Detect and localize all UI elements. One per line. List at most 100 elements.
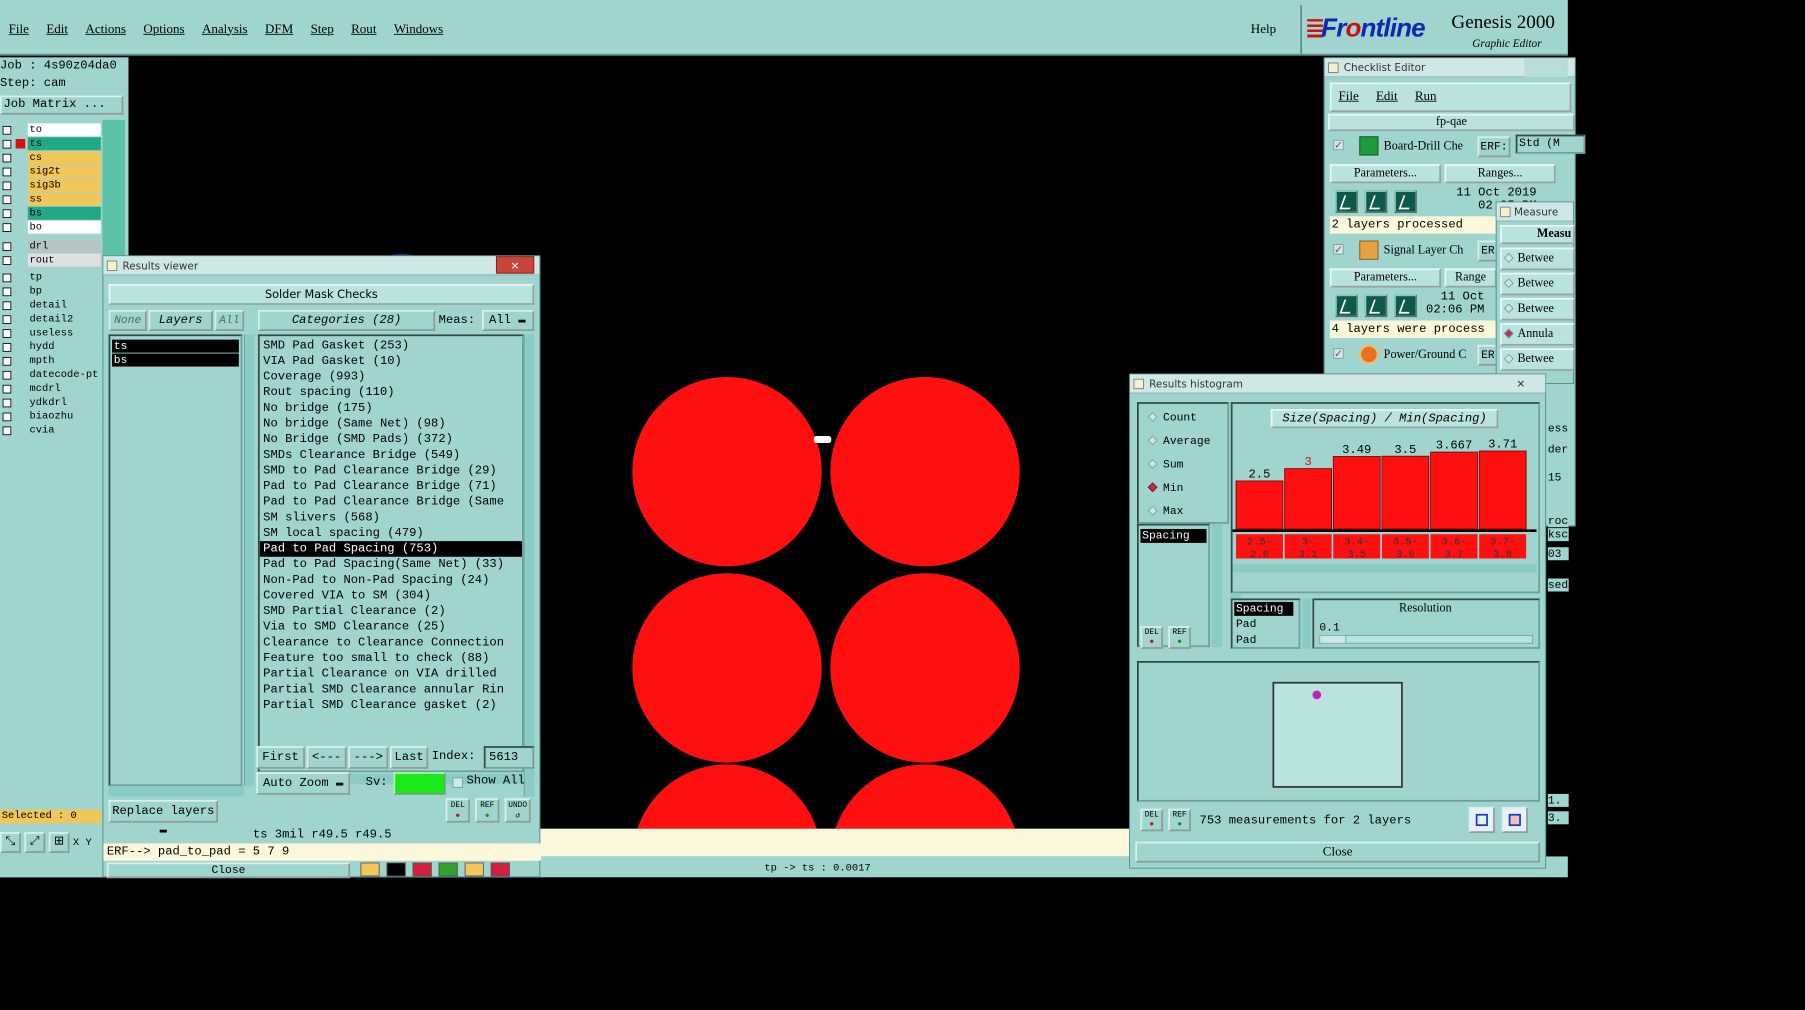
layer-row[interactable]: rout bbox=[0, 253, 102, 267]
pad[interactable] bbox=[632, 573, 822, 763]
layer-checkbox[interactable] bbox=[2, 343, 12, 352]
category-item[interactable]: No Bridge (SMD Pads) (372) bbox=[260, 432, 522, 448]
field-pad[interactable]: Pad bbox=[1236, 618, 1256, 631]
run-check-icon[interactable] bbox=[1335, 190, 1358, 213]
run-check-icon[interactable] bbox=[1335, 294, 1358, 318]
layer-name[interactable]: tp bbox=[27, 271, 101, 285]
layer-checkbox[interactable] bbox=[2, 384, 12, 394]
meas-dropdown[interactable]: All ▬ bbox=[482, 310, 535, 331]
run-action-icon[interactable] bbox=[1364, 294, 1388, 318]
histogram-close-button[interactable]: Close bbox=[1135, 841, 1541, 863]
run-action-icon[interactable] bbox=[1364, 190, 1388, 213]
erf-value[interactable]: Std (M bbox=[1515, 134, 1586, 154]
layer-row[interactable]: cs bbox=[0, 151, 102, 165]
check-name[interactable]: Signal Layer Ch bbox=[1384, 244, 1474, 258]
layer-name[interactable]: mcdrl bbox=[27, 382, 101, 396]
layer-row[interactable]: datecode-pt bbox=[0, 368, 102, 382]
tool-icon[interactable] bbox=[386, 862, 406, 877]
category-item[interactable]: Covered VIA to SM (304) bbox=[260, 588, 522, 604]
tool-icon[interactable] bbox=[464, 862, 484, 877]
check-name[interactable]: Power/Ground C bbox=[1384, 348, 1474, 362]
field-item-spacing[interactable]: Spacing bbox=[1140, 528, 1207, 543]
next-button[interactable]: ---> bbox=[348, 746, 389, 769]
field-scrollbar[interactable] bbox=[1302, 598, 1311, 649]
layer-name[interactable]: biaozhu bbox=[27, 409, 101, 424]
layer-name[interactable]: datecode-pt bbox=[27, 368, 101, 382]
menu-actions[interactable]: Actions bbox=[77, 23, 135, 38]
close-button[interactable]: Close bbox=[106, 862, 351, 879]
histogram-bar[interactable] bbox=[1332, 456, 1381, 530]
mode-radio-sum[interactable]: Sum bbox=[1147, 458, 1183, 471]
spacing-marker[interactable] bbox=[813, 436, 832, 443]
layer-results-list[interactable]: ts bs bbox=[108, 334, 243, 787]
check-name[interactable]: Board-Drill Che bbox=[1384, 140, 1474, 154]
category-item[interactable]: Partial Clearance on VIA drilled bbox=[260, 666, 522, 682]
category-item[interactable]: Partial SMD Clearance annular Rin bbox=[260, 682, 522, 698]
menu-file[interactable]: File bbox=[0, 23, 38, 38]
parameters-button[interactable]: Parameters... bbox=[1329, 164, 1442, 184]
layer-checkbox[interactable] bbox=[2, 287, 12, 297]
undo-button[interactable]: UNDO ↺ bbox=[504, 798, 531, 823]
layer-checkbox[interactable] bbox=[2, 167, 12, 177]
histogram-bar[interactable] bbox=[1478, 450, 1527, 530]
parameters-button[interactable]: Parameters... bbox=[1329, 268, 1442, 288]
category-scrollbar[interactable] bbox=[523, 334, 535, 797]
layer-checkbox[interactable] bbox=[2, 242, 12, 252]
ck-menu-edit[interactable]: Edit bbox=[1376, 89, 1398, 103]
layer-row[interactable]: biaozhu bbox=[0, 409, 102, 424]
category-item[interactable]: Clearance to Clearance Connection bbox=[260, 635, 522, 651]
category-item[interactable]: Coverage (993) bbox=[260, 369, 522, 385]
category-item[interactable]: SMD Pad Gasket (253) bbox=[260, 338, 522, 354]
category-item[interactable]: VIA Pad Gasket (10) bbox=[260, 354, 522, 370]
histogram-bar[interactable] bbox=[1381, 455, 1430, 530]
layer-name[interactable]: sig3b bbox=[27, 178, 101, 192]
pad[interactable] bbox=[632, 376, 822, 567]
layer-checkbox[interactable] bbox=[2, 256, 12, 265]
field-list-scrollbar[interactable] bbox=[1211, 523, 1223, 648]
category-item[interactable]: SM local spacing (479) bbox=[260, 526, 522, 542]
layer-checkbox[interactable] bbox=[2, 301, 12, 311]
layer-checkbox[interactable] bbox=[2, 181, 12, 191]
menu-dfm[interactable]: DFM bbox=[256, 23, 302, 38]
ref-button[interactable]: REF ● bbox=[475, 798, 500, 823]
first-button[interactable]: First bbox=[256, 746, 305, 769]
category-item[interactable]: Partial SMD Clearance gasket (2) bbox=[260, 697, 522, 713]
export-icon[interactable] bbox=[1468, 806, 1495, 833]
check-enable-checkbox[interactable]: ✓ bbox=[1333, 244, 1344, 254]
preview-ref-button[interactable]: REF ● bbox=[1168, 808, 1191, 832]
category-item[interactable]: Pad to Pad Clearance Bridge (Same bbox=[260, 494, 522, 510]
prev-button[interactable]: <--- bbox=[306, 746, 347, 769]
index-input[interactable] bbox=[483, 746, 535, 769]
layer-name[interactable]: drl bbox=[27, 239, 101, 253]
category-item[interactable]: SM slivers (568) bbox=[260, 510, 522, 526]
result-layer-item[interactable]: ts bbox=[112, 339, 239, 353]
tool-icon[interactable] bbox=[360, 862, 380, 877]
layer-row[interactable]: to bbox=[0, 123, 102, 137]
layer-name[interactable]: ts bbox=[27, 137, 101, 151]
layers-all-button[interactable]: All bbox=[214, 310, 245, 331]
layer-name[interactable]: rout bbox=[27, 253, 101, 267]
menu-windows[interactable]: Windows bbox=[385, 23, 452, 38]
layer-row[interactable]: cvia bbox=[0, 423, 102, 437]
pad[interactable] bbox=[830, 376, 1020, 567]
layer-row[interactable]: sig2t bbox=[0, 165, 102, 179]
layer-name[interactable]: ydkdrl bbox=[27, 396, 101, 410]
minimize-icon[interactable] bbox=[1524, 58, 1568, 78]
grid-tool-icon[interactable]: ⊞ bbox=[48, 832, 70, 853]
layer-checkbox[interactable] bbox=[2, 426, 12, 436]
pad[interactable] bbox=[830, 573, 1020, 763]
layer-name[interactable]: hydd bbox=[27, 340, 101, 354]
run-all-icon[interactable] bbox=[1394, 190, 1417, 213]
menu-options[interactable]: Options bbox=[135, 23, 194, 38]
hist-ref-button[interactable]: REF ● bbox=[1168, 626, 1191, 649]
layer-row[interactable]: mcdrl bbox=[0, 382, 102, 396]
ranges-button[interactable]: Ranges... bbox=[1444, 164, 1556, 184]
layer-row[interactable]: hydd bbox=[0, 340, 102, 354]
layer-row[interactable]: ss bbox=[0, 192, 102, 206]
category-item[interactable]: Non-Pad to Non-Pad Spacing (24) bbox=[260, 572, 522, 588]
ck-menu-file[interactable]: File bbox=[1339, 89, 1359, 103]
category-item[interactable]: Via to SMD Clearance (25) bbox=[260, 619, 522, 635]
layers-none-button[interactable]: None bbox=[108, 310, 147, 331]
measure-item[interactable]: Betwee bbox=[1500, 272, 1575, 296]
field-pad[interactable]: Pad bbox=[1236, 633, 1256, 646]
